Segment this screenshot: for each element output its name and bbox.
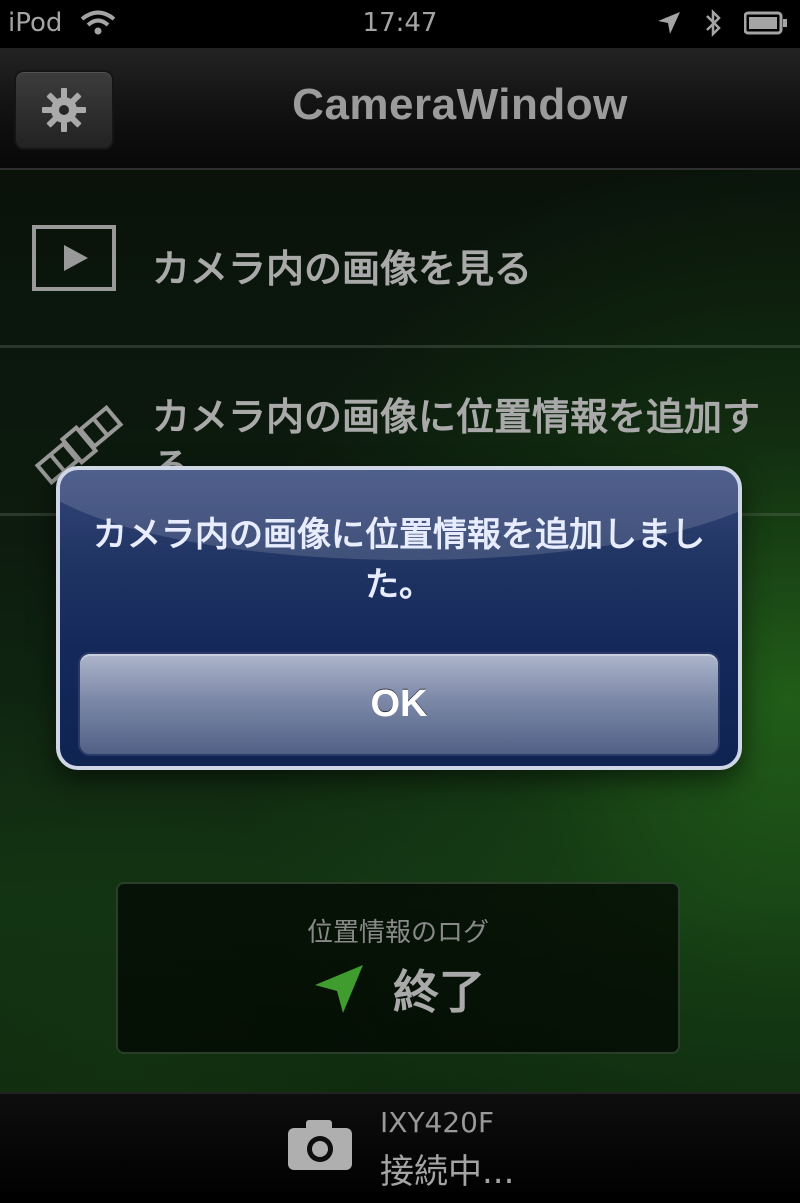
screen: iPod 17:47 CameraWindow カメラ内の画像を見る カメラ内の… bbox=[0, 0, 800, 1203]
ok-label: OK bbox=[370, 682, 428, 725]
alert-dialog: カメラ内の画像に位置情報を追加しました。 OK bbox=[56, 466, 742, 770]
alert-message: カメラ内の画像に位置情報を追加しました。 bbox=[93, 515, 705, 605]
ok-button[interactable]: OK bbox=[78, 652, 720, 756]
